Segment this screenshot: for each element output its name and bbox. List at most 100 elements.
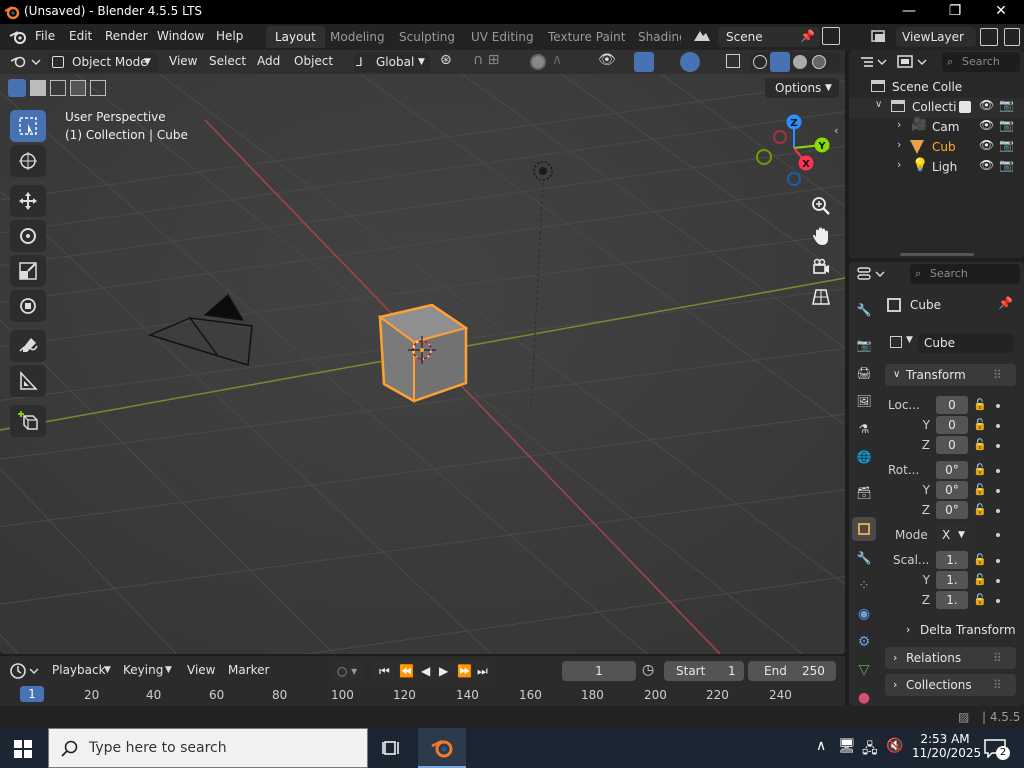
location-x-field[interactable]: 0 <box>936 396 968 414</box>
outliner-row-collection[interactable]: ∨ Collecti 👁 📷 <box>849 98 1024 118</box>
menu-window[interactable]: Window <box>157 29 204 43</box>
notification-center-icon[interactable]: 2 <box>984 738 1010 760</box>
eye-icon[interactable]: 👁 <box>979 158 994 172</box>
material-shading-icon[interactable] <box>793 55 807 69</box>
keyframe-dot-icon[interactable] <box>996 469 1000 473</box>
outliner-row-scene-collection[interactable]: Scene Colle <box>849 78 1024 98</box>
expand-chevron-icon[interactable]: › <box>897 138 901 151</box>
lock-icon[interactable]: 🔓 <box>973 483 987 497</box>
navigation-gizmo[interactable]: Z Y X <box>752 110 842 190</box>
wireframe-shading-icon[interactable] <box>753 55 767 69</box>
taskbar-blender-app[interactable] <box>418 728 466 768</box>
exclude-checkbox[interactable] <box>959 101 971 113</box>
tab-layout[interactable]: Layout <box>266 26 325 48</box>
tab-sculpting[interactable]: Sculpting <box>390 26 464 48</box>
render-camera-icon[interactable]: 📷 <box>999 138 1014 152</box>
rotation-z-field[interactable]: 0° <box>936 501 968 519</box>
expand-chevron-icon[interactable]: › <box>897 158 901 171</box>
task-view-icon[interactable] <box>382 738 402 758</box>
outliner-row-light[interactable]: › 💡 Ligh 👁 📷 <box>849 158 1024 178</box>
close-window-button[interactable]: ✕ <box>978 0 1024 24</box>
view-layer-tab-icon[interactable]: 🖼 <box>852 389 876 413</box>
timeline-menu-view[interactable]: View <box>187 663 215 677</box>
current-frame-field[interactable]: 1 <box>562 661 636 681</box>
eye-icon[interactable]: 👁 <box>979 98 994 112</box>
render-camera-icon[interactable]: 📷 <box>999 158 1014 172</box>
preview-range-icon[interactable]: ◷ <box>642 662 654 678</box>
data-tab-icon[interactable]: ▽ <box>852 658 876 682</box>
options-dropdown[interactable]: Options ▼ <box>765 78 839 98</box>
collection-tab-icon[interactable]: 🗃 <box>852 481 876 505</box>
select-extend-icon[interactable] <box>30 80 46 96</box>
remove-viewlayer-icon[interactable] <box>1004 28 1020 46</box>
outliner-editor-type-icon[interactable] <box>858 52 890 72</box>
outliner-row-camera[interactable]: › 🎥 Cam 👁 📷 <box>849 117 1024 138</box>
rotate-tool[interactable] <box>10 220 46 252</box>
proportional-edit-icon[interactable] <box>530 54 546 70</box>
visibility-eye-icon[interactable]: 👁 <box>598 52 616 68</box>
transform-panel-header[interactable]: ∨ Transform ⠿ <box>885 364 1016 386</box>
vp-menu-view[interactable]: View <box>169 54 197 68</box>
keyframe-dot-icon[interactable] <box>996 424 1000 428</box>
vp-menu-add[interactable]: Add <box>257 54 280 68</box>
object-mode-dropdown[interactable]: Object Mode ▼ <box>48 52 158 72</box>
zoom-icon[interactable] <box>808 193 834 219</box>
transform-orientation-dropdown[interactable]: ⅃ Global ▼ <box>354 52 430 72</box>
blender-menu-icon[interactable] <box>8 28 30 46</box>
constraints-tab-icon[interactable]: ⚙ <box>852 630 876 654</box>
drag-handle-icon[interactable]: ⠿ <box>993 647 1002 669</box>
keyframe-dot-icon[interactable] <box>996 509 1000 513</box>
vp-menu-select[interactable]: Select <box>209 54 246 68</box>
object-tab-icon[interactable] <box>852 517 876 541</box>
end-frame-field[interactable]: End 250 <box>748 661 836 681</box>
timeline-menu-keying[interactable]: Keying <box>123 663 163 677</box>
eye-icon[interactable]: 👁 <box>979 138 994 152</box>
viewlayer-name-field[interactable]: ViewLayer <box>896 27 976 47</box>
location-y-field[interactable]: 0 <box>936 416 968 434</box>
playhead-frame-indicator[interactable]: 1 <box>20 686 44 702</box>
rotation-x-field[interactable]: 0° <box>936 461 968 479</box>
object-name-field[interactable]: Cube <box>918 333 1014 353</box>
menu-help[interactable]: Help <box>216 29 243 43</box>
timeline-menu-playback[interactable]: Playback <box>52 663 106 677</box>
next-keyframe-icon[interactable]: ⏩ <box>457 661 472 681</box>
scale-x-field[interactable]: 1. <box>936 551 968 569</box>
expand-chevron-icon[interactable]: › <box>897 118 901 131</box>
outliner-search-field[interactable]: ⌕ Search <box>942 52 1020 72</box>
camera-view-icon[interactable] <box>808 254 834 280</box>
add-cube-tool[interactable] <box>10 405 46 437</box>
windows-start-icon[interactable] <box>14 740 32 758</box>
menu-file[interactable]: File <box>35 29 55 43</box>
modifiers-tab-icon[interactable]: 🔧 <box>852 546 876 570</box>
taskbar-clock[interactable]: 2:53 AM 11/20/2025 <box>912 730 981 766</box>
tab-uv-editing[interactable]: UV Editing <box>462 26 543 48</box>
render-tab-icon[interactable]: 📷 <box>852 333 876 357</box>
maximize-button[interactable]: ❐ <box>932 0 978 24</box>
display-mode-icon[interactable] <box>896 52 932 72</box>
timeline-menu-marker[interactable]: Marker <box>228 663 269 677</box>
scale-y-field[interactable]: 1. <box>936 571 968 589</box>
volume-muted-icon[interactable]: 🔇 <box>886 738 903 754</box>
viewlayer-browse-icon[interactable] <box>868 27 894 47</box>
keyframe-dot-icon[interactable] <box>996 444 1000 448</box>
rotation-mode-dropdown[interactable]: X ▼ <box>936 525 970 545</box>
scale-tool[interactable] <box>10 255 46 287</box>
pin-scene-icon[interactable]: 📌 <box>800 29 815 43</box>
lock-icon[interactable]: 🔓 <box>973 553 987 567</box>
start-frame-field[interactable]: Start 1 <box>664 661 744 681</box>
output-tab-icon[interactable]: 🖨 <box>852 361 876 385</box>
menu-edit[interactable]: Edit <box>69 29 92 43</box>
new-scene-icon[interactable] <box>822 27 840 45</box>
pin-icon[interactable]: 📌 <box>998 296 1013 310</box>
lock-icon[interactable]: 🔓 <box>973 593 987 607</box>
jump-start-icon[interactable]: ⏮ <box>379 661 390 681</box>
xray-toggle-icon[interactable] <box>726 54 740 68</box>
keyframe-dot-icon[interactable] <box>996 489 1000 493</box>
auto-keying-toggle[interactable]: ○ ▾ <box>330 661 364 681</box>
lock-icon[interactable]: 🔓 <box>973 463 987 477</box>
gizmo-toggle-icon[interactable] <box>634 52 654 72</box>
falloff-icon[interactable]: ∧ <box>552 52 562 68</box>
render-camera-icon[interactable]: 📷 <box>999 118 1014 132</box>
pivot-point-icon[interactable]: ⊛ <box>440 52 468 72</box>
keyframe-dot-icon[interactable] <box>996 559 1000 563</box>
